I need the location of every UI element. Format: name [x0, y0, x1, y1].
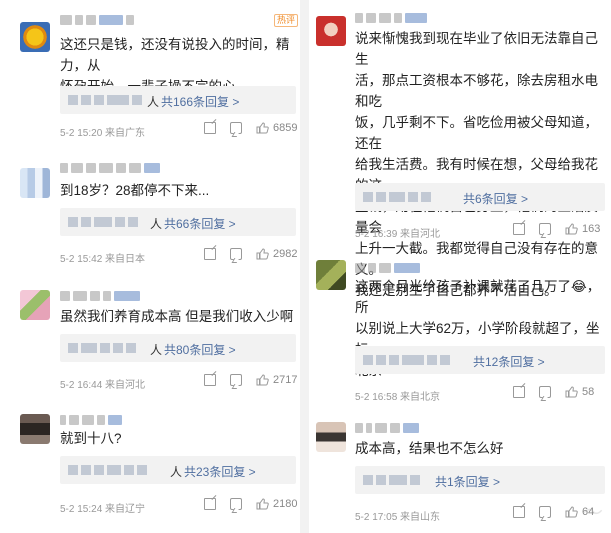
share-icon[interactable] [513, 386, 525, 398]
avatar[interactable] [20, 290, 50, 320]
comment-meta: 5-2 17:05 来自山东 [355, 512, 441, 523]
reply-summary-button[interactable]: 共12条回复 > [355, 346, 605, 374]
username-blurred[interactable] [60, 162, 160, 174]
thumbs-up-icon[interactable] [256, 498, 269, 510]
comment-text: 就到十八? [60, 431, 122, 446]
avatar[interactable] [20, 414, 50, 444]
comment-text: 成本高，结果也不怎么好 [355, 441, 504, 456]
comment-icon[interactable] [539, 386, 551, 398]
comment-item: 成本高，结果也不怎么好 共1条回复 > 5-2 17:05 来自山东 64 〜 [309, 408, 611, 533]
comment-meta: 5-2 15:24 来自辽宁 [60, 504, 146, 515]
username-blurred[interactable] [355, 422, 419, 434]
thumbs-up-icon[interactable] [256, 374, 269, 386]
like-count: 6859 [273, 122, 298, 134]
comment-actions: 2982 [204, 248, 297, 260]
comment-icon[interactable] [230, 122, 242, 134]
reply-summary-button[interactable]: 人 共80条回复 > [60, 334, 296, 362]
reply-summary-button[interactable]: 人 共23条回复 > [60, 456, 296, 484]
comment-actions: 58 [513, 386, 594, 398]
thumbs-up-icon[interactable] [565, 506, 578, 518]
comment-meta: 5-2 15:42 来自日本 [60, 254, 146, 265]
comment-actions: 163 [513, 223, 600, 235]
comment-actions: 2180 [204, 498, 297, 510]
reply-summary-button[interactable]: 共6条回复 > [355, 183, 605, 211]
reply-summary-button[interactable]: 人 共66条回复 > [60, 208, 296, 236]
avatar[interactable] [316, 16, 346, 46]
share-icon[interactable] [204, 248, 216, 260]
comment-meta: 5-2 16:58 来自北京 [355, 392, 441, 403]
comment-meta: 5-2 16:39 来自河北 [355, 229, 441, 240]
comment-meta: 5-2 15:20 来自广东 [60, 128, 146, 139]
comment-icon[interactable] [230, 374, 242, 386]
share-icon[interactable] [204, 374, 216, 386]
hot-comment-badge: 热评 [274, 14, 299, 27]
like-count: 2180 [273, 498, 298, 510]
share-icon[interactable] [204, 122, 216, 134]
right-comment-column: 说来惭愧我到现在毕业了依旧无法靠自己生 活，那点工资根本不够花，除去房租水电和吃… [309, 0, 611, 533]
comment-actions: 2717 [204, 374, 297, 386]
like-count: 163 [582, 223, 601, 235]
username-blurred[interactable] [355, 262, 420, 274]
comment-item: 就到十八? 人 共23条回复 > 5-2 15:24 来自辽宁 2180 [0, 400, 300, 533]
comment-item: 虽然我们养育成本高 但是我们收入少啊 人 共80条回复 > 5-2 16:44 … [0, 270, 300, 400]
avatar[interactable] [20, 22, 50, 52]
comment-text: 虽然我们养育成本高 但是我们收入少啊 [60, 309, 294, 324]
comment-item: 热评 这还只是钱，还没有说投入的时间，精力，从 怀孕开始，一辈子操不完的心 人 … [0, 0, 300, 146]
reply-summary-button[interactable]: 人 共166条回复 > [60, 86, 296, 114]
share-icon[interactable] [513, 506, 525, 518]
comment-actions: 6859 [204, 122, 297, 134]
left-comment-column: 热评 这还只是钱，还没有说投入的时间，精力，从 怀孕开始，一辈子操不完的心 人 … [0, 0, 300, 533]
username-blurred[interactable] [60, 14, 134, 26]
avatar[interactable] [316, 422, 346, 452]
share-icon[interactable] [204, 498, 216, 510]
comment-item: 这两个月光给孩子补课就花了几万了😂，所 以别说上大学62万，小学阶段就超了，坐标… [309, 244, 611, 408]
thumbs-up-icon[interactable] [565, 223, 578, 235]
thumbs-up-icon[interactable] [565, 386, 578, 398]
comment-icon[interactable] [230, 498, 242, 510]
comment-text: 到18岁？28都停不下来... [60, 183, 210, 198]
comment-icon[interactable] [230, 248, 242, 260]
username-blurred[interactable] [355, 12, 427, 24]
like-count: 2982 [273, 248, 298, 260]
comment-item: 说来惭愧我到现在毕业了依旧无法靠自己生 活，那点工资根本不够花，除去房租水电和吃… [309, 0, 611, 298]
thumbs-up-icon[interactable] [256, 248, 269, 260]
like-count: 58 [582, 386, 595, 398]
comment-item: 到18岁？28都停不下来... 人 共66条回复 > 5-2 15:42 来自日… [0, 146, 300, 270]
reply-summary-button[interactable]: 共1条回复 > [355, 466, 605, 494]
username-blurred[interactable] [60, 290, 140, 302]
share-icon[interactable] [513, 223, 525, 235]
thumbs-up-icon[interactable] [256, 122, 269, 134]
avatar[interactable] [20, 168, 50, 198]
comment-icon[interactable] [539, 223, 551, 235]
comment-meta: 5-2 16:44 来自河北 [60, 380, 146, 391]
like-count: 2717 [273, 374, 298, 386]
username-blurred[interactable] [60, 414, 122, 426]
column-gutter [300, 0, 309, 533]
comment-icon[interactable] [539, 506, 551, 518]
avatar[interactable] [316, 260, 346, 290]
watermark: 〜 [581, 502, 603, 524]
